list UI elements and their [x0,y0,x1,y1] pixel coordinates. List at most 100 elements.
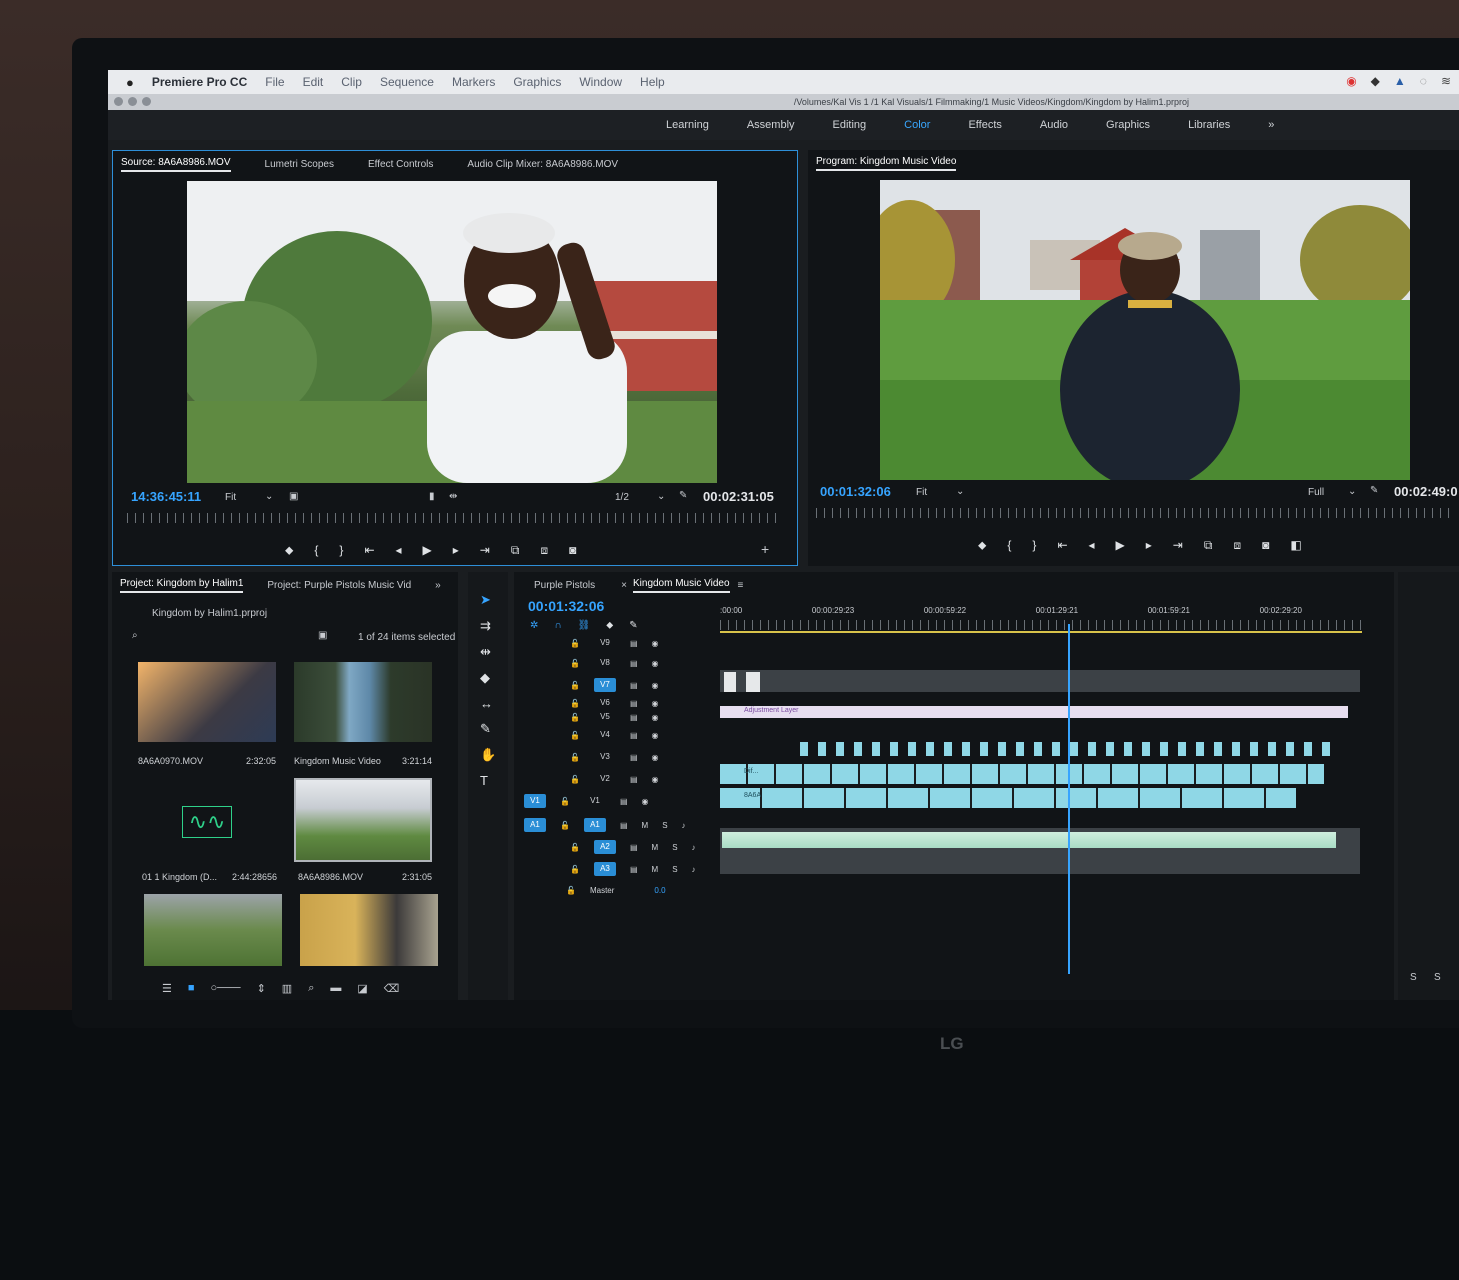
source-patch-a1[interactable]: A1 [524,818,546,832]
playhead[interactable] [1068,624,1070,974]
eye-icon[interactable]: ◉ [652,731,659,740]
sync-icon[interactable]: ▤ [630,639,638,648]
creative-cloud-icon[interactable]: ◉ [1346,74,1356,88]
thumbnail-audio-kingdom[interactable]: ∿∿ [138,782,276,862]
workspace-color[interactable]: Color [904,119,930,131]
eye-icon[interactable]: ◉ [652,713,659,722]
go-to-in-icon[interactable]: ⇤ [364,543,374,558]
eye-icon[interactable]: ◉ [652,753,659,762]
solo-button[interactable]: S [662,821,667,830]
source-fit-chevron-icon[interactable]: ⌄ [265,491,273,502]
sync-icon[interactable]: ▤ [630,699,638,708]
source-time-ruler[interactable] [127,513,783,523]
sync-icon[interactable]: ▤ [630,713,638,722]
more-workspaces-icon[interactable]: » [1268,119,1274,131]
source-resolution-select[interactable]: 1/2 [615,492,629,503]
sync-icon[interactable]: ▤ [630,865,638,874]
master-value[interactable]: 0.0 [654,886,665,895]
tab-audio-clip-mixer[interactable]: Audio Clip Mixer: 8A6A8986.MOV [467,159,618,170]
sync-icon[interactable]: ▤ [630,843,638,852]
tab-source[interactable]: Source: 8A6A8986.MOV [121,157,231,172]
close-window-icon[interactable] [114,97,123,106]
menu-edit[interactable]: Edit [303,75,324,89]
type-tool-icon[interactable]: T [480,773,496,788]
program-add-marker-icon[interactable]: ⬥ [978,538,986,553]
find-icon[interactable]: ⌕ [308,982,314,995]
automate-sequence-icon[interactable]: ▥ [282,982,292,995]
program-resolution-select[interactable]: Full [1308,487,1324,498]
source-in-out-icon[interactable]: ▮ [429,491,435,502]
lock-icon[interactable]: 🔓 [570,639,580,648]
more-panels-icon[interactable]: » [435,580,441,591]
menu-graphics[interactable]: Graphics [513,75,561,89]
linked-selection-icon[interactable]: ⛓ [578,620,591,631]
track-label-v2[interactable]: V2 [594,772,616,786]
v3-clip-group[interactable] [800,742,1340,756]
dropbox-icon[interactable]: ◆ [1371,74,1380,88]
eye-icon[interactable]: ◉ [652,681,659,690]
add-marker-timeline-icon[interactable]: ⬥ [606,620,613,631]
zoom-window-icon[interactable] [142,97,151,106]
go-to-out-icon[interactable]: ⇥ [480,543,490,558]
sync-icon[interactable]: ▤ [630,681,638,690]
track-label-v8[interactable]: V8 [594,656,616,670]
program-mark-in-icon[interactable]: { [1007,538,1011,553]
sync-icon[interactable]: ▤ [630,731,638,740]
workspace-learning[interactable]: Learning [666,119,709,131]
program-play-icon[interactable]: ▶ [1116,538,1125,553]
menu-window[interactable]: Window [579,75,622,89]
close-tab-icon[interactable]: × [621,580,627,591]
program-resolution-chevron-icon[interactable]: ⌄ [1348,486,1356,497]
extract-icon[interactable]: ⧈ [1233,538,1241,553]
track-label-v9[interactable]: V9 [594,636,616,650]
new-bin-icon[interactable]: ▣ [318,630,327,641]
eye-icon[interactable]: ◉ [652,699,659,708]
source-drag-video-icon[interactable]: ⇹ [449,491,457,502]
apple-icon[interactable]: ● [126,75,134,90]
mic-icon[interactable]: ♪ [682,821,686,830]
program-go-to-out-icon[interactable]: ⇥ [1173,538,1183,553]
source-add-button-icon[interactable]: + [761,541,769,557]
timeline-tracks-area[interactable]: :00:00 00:00:29:23 00:00:59:22 00:01:29:… [720,604,1362,974]
track-label-v3[interactable]: V3 [594,750,616,764]
menu-help[interactable]: Help [640,75,665,89]
meter-solo-left[interactable]: S [1410,972,1417,983]
lock-icon[interactable]: 🔓 [566,886,576,895]
adjustment-layer-clip[interactable] [720,706,1348,718]
razor-tool-icon[interactable]: ◆ [480,670,496,686]
program-timecode[interactable]: 00:01:32:06 [820,484,891,499]
eye-icon[interactable]: ◉ [652,659,659,668]
overwrite-icon[interactable]: ⧈ [540,543,548,558]
lock-icon[interactable]: 🔓 [570,699,580,708]
workspace-graphics[interactable]: Graphics [1106,119,1150,131]
step-back-icon[interactable]: ◂ [396,543,402,558]
source-patch-v1[interactable]: V1 [524,794,546,808]
menu-sequence[interactable]: Sequence [380,75,434,89]
program-step-forward-icon[interactable]: ▸ [1146,538,1152,553]
menu-markers[interactable]: Markers [452,75,495,89]
mic-icon[interactable]: ♪ [692,843,696,852]
meter-solo-right[interactable]: S [1434,972,1441,983]
mute-button[interactable]: M [652,865,659,874]
thumbnail-clip-6[interactable] [300,894,438,966]
lock-icon[interactable]: 🔓 [560,797,570,806]
track-select-tool-icon[interactable]: ⇉ [480,618,496,634]
clock-icon[interactable]: ◌ [1420,74,1427,88]
pen-tool-icon[interactable]: ✎ [480,721,496,737]
eye-icon[interactable]: ◉ [642,797,649,806]
eye-icon[interactable]: ◉ [652,639,659,648]
tab-lumetri-scopes[interactable]: Lumetri Scopes [265,159,334,170]
lock-icon[interactable]: 🔓 [560,821,570,830]
v1-clip-group[interactable] [720,788,1296,808]
workspace-libraries[interactable]: Libraries [1188,119,1230,131]
work-area-bar[interactable] [720,631,1362,633]
search-icon[interactable]: ⌕ [132,630,138,641]
snap-icon[interactable]: ∩ [554,620,561,631]
track-label-a3[interactable]: A3 [593,862,616,876]
sync-icon[interactable]: ▤ [630,753,638,762]
lock-icon[interactable]: 🔓 [570,659,580,668]
lock-icon[interactable]: 🔓 [570,775,580,784]
ripple-edit-tool-icon[interactable]: ⇹ [480,644,496,660]
track-label-a2[interactable]: A2 [593,840,616,854]
tab-effect-controls[interactable]: Effect Controls [368,159,433,170]
